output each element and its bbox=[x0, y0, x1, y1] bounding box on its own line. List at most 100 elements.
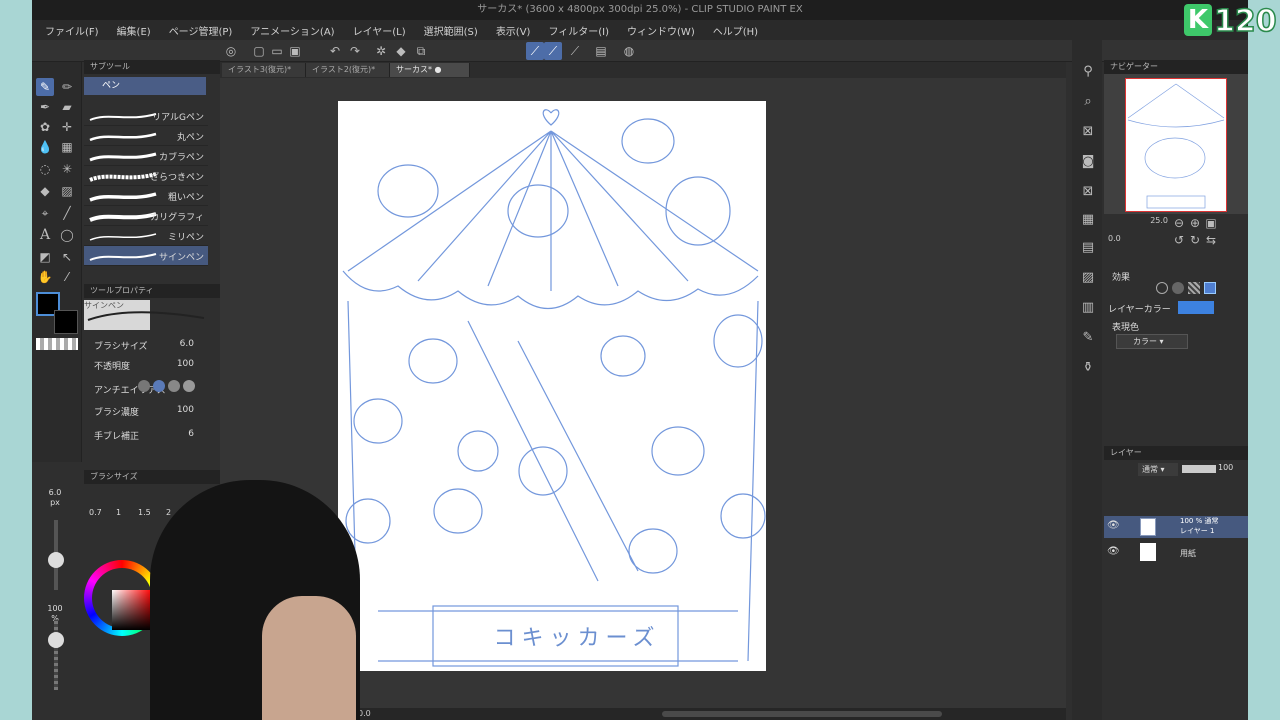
document-tab[interactable]: イラスト2(復元)* ● bbox=[306, 63, 390, 88]
brush-item[interactable]: ミリペン bbox=[84, 226, 208, 246]
menu-view[interactable]: 表示(V) bbox=[487, 23, 540, 38]
close-panel-icon[interactable]: ⊠ bbox=[1077, 180, 1099, 202]
blend-mode-select[interactable]: 通常 ▾ bbox=[1138, 463, 1178, 476]
wand-tool-icon[interactable]: ✳ bbox=[58, 160, 76, 178]
camera-icon[interactable]: ◙ bbox=[1077, 150, 1099, 172]
prop-brush-density[interactable]: ブラシ濃度 100 bbox=[84, 402, 210, 422]
device-settings-icon[interactable]: ▤ bbox=[592, 42, 610, 60]
clear-icon[interactable]: ✲ bbox=[372, 42, 390, 60]
navigator-angle[interactable]: 0.0 bbox=[1108, 234, 1136, 243]
antialias-mid-icon[interactable] bbox=[168, 380, 180, 392]
antialias-options[interactable] bbox=[138, 380, 204, 396]
lasso-tool-icon[interactable]: ◌ bbox=[36, 160, 54, 178]
menu-help[interactable]: ヘルプ(H) bbox=[704, 23, 767, 38]
brush-size-preset[interactable]: 1 bbox=[116, 508, 121, 517]
new-file-icon[interactable]: ▢ bbox=[250, 42, 268, 60]
layer-color-effect-icon[interactable] bbox=[1204, 282, 1216, 294]
brush-item[interactable]: カリグラフィ bbox=[84, 206, 208, 226]
flip-icon[interactable]: ⇆ bbox=[1202, 231, 1220, 249]
brush-size-preset[interactable]: 1.5 bbox=[138, 508, 151, 517]
grid-panel-icon[interactable]: ▦ bbox=[1077, 208, 1099, 230]
menu-edit[interactable]: 編集(E) bbox=[108, 23, 160, 38]
redo-icon[interactable]: ↷ bbox=[346, 42, 364, 60]
material-icon[interactable]: ⚲ bbox=[1077, 60, 1099, 82]
frame-tool-icon[interactable]: ◩ bbox=[36, 248, 54, 266]
open-file-icon[interactable]: ▭ bbox=[268, 42, 286, 60]
menu-window[interactable]: ウィンドウ(W) bbox=[618, 23, 704, 38]
fill-icon[interactable]: ◆ bbox=[392, 42, 410, 60]
expression-color-select[interactable]: カラー ▾ bbox=[1116, 334, 1188, 349]
snap-special-ruler-icon[interactable]: ⟋ bbox=[544, 42, 562, 60]
border-effect-icon[interactable] bbox=[1156, 282, 1168, 294]
menu-page[interactable]: ページ管理(P) bbox=[160, 23, 242, 38]
hand-tool-icon[interactable]: ✋ bbox=[36, 268, 54, 286]
grid-tool-icon[interactable]: ▦ bbox=[58, 138, 76, 156]
text-tool-icon[interactable]: A bbox=[36, 226, 54, 244]
menu-file[interactable]: ファイル(F) bbox=[36, 23, 108, 38]
close-panel-icon[interactable]: ⊠ bbox=[1077, 120, 1099, 142]
pencil-tool-icon[interactable]: ✏ bbox=[58, 78, 76, 96]
blend-tool-icon[interactable]: 💧 bbox=[36, 138, 54, 156]
effect-buttons[interactable] bbox=[1156, 282, 1228, 296]
document-tab[interactable]: イラスト3(復元)* ● bbox=[222, 63, 306, 88]
balloon-tool-icon[interactable]: ◯ bbox=[58, 226, 76, 244]
brush-item[interactable]: ざらつきペン bbox=[84, 166, 208, 186]
layer-row-selected[interactable] bbox=[1104, 516, 1248, 538]
color-square[interactable] bbox=[112, 590, 152, 630]
save-icon[interactable]: ▣ bbox=[286, 42, 304, 60]
opacity-slider-handle[interactable] bbox=[48, 632, 64, 648]
search-icon[interactable]: ⌕ bbox=[1077, 90, 1099, 112]
pen-tool-icon[interactable]: ✎ bbox=[36, 78, 54, 96]
decoration-tool-icon[interactable]: ✿ bbox=[36, 118, 54, 136]
transform-icon[interactable]: ⧉ bbox=[412, 42, 430, 60]
subtool-group-tab[interactable]: ペン bbox=[84, 77, 206, 95]
select-tool-icon[interactable]: ⌖ bbox=[36, 204, 54, 222]
layer-opacity-value[interactable]: 100 bbox=[1218, 463, 1233, 472]
size-slider-handle[interactable] bbox=[48, 552, 64, 568]
horizontal-scrollbar[interactable] bbox=[662, 711, 942, 717]
move-tool-icon[interactable]: ✛ bbox=[58, 118, 76, 136]
document-tab-active[interactable]: サーカス* ● bbox=[390, 63, 470, 77]
layer-opacity-slider[interactable] bbox=[1182, 465, 1216, 473]
antialias-weak-icon[interactable] bbox=[153, 380, 165, 392]
image-icon[interactable]: ▨ bbox=[1077, 266, 1099, 288]
brush-item[interactable]: カブラペン bbox=[84, 146, 208, 166]
brush-size-preset[interactable]: 2 bbox=[166, 508, 171, 517]
eyedropper-tool-icon[interactable]: ⁄ bbox=[58, 268, 76, 286]
prop-opacity[interactable]: 不透明度 100 bbox=[84, 356, 210, 376]
gradient-tool-icon[interactable]: ▨ bbox=[58, 182, 76, 200]
undo-icon[interactable]: ↶ bbox=[326, 42, 344, 60]
menu-selection[interactable]: 選択範囲(S) bbox=[415, 23, 487, 38]
opacity-slider[interactable] bbox=[54, 620, 58, 690]
fill-tool-icon[interactable]: ◆ bbox=[36, 182, 54, 200]
snap-ruler-icon[interactable]: ⟋ bbox=[526, 42, 544, 60]
sub-color-swatch[interactable] bbox=[54, 310, 78, 334]
menu-animation[interactable]: アニメーション(A) bbox=[241, 23, 343, 38]
brush-item-selected[interactable]: サインペン bbox=[84, 246, 208, 266]
eraser-tool-icon[interactable]: ▰ bbox=[58, 98, 76, 116]
brush-size-preset[interactable]: 0.7 bbox=[89, 508, 102, 517]
eye-icon[interactable]: 👁 bbox=[1107, 520, 1120, 531]
layer-name[interactable]: 用紙 bbox=[1180, 548, 1196, 559]
figure-icon[interactable]: ⚱ bbox=[1077, 356, 1099, 378]
app-logo-icon[interactable]: ◎ bbox=[222, 42, 240, 60]
eye-icon[interactable]: 👁 bbox=[1107, 546, 1120, 557]
brush-item[interactable]: 粗いペン bbox=[84, 186, 208, 206]
ruler-tool-icon[interactable]: ↖ bbox=[58, 248, 76, 266]
line-tool-icon[interactable]: ╱ bbox=[58, 204, 76, 222]
tone-effect-icon[interactable] bbox=[1172, 282, 1184, 294]
menu-layer[interactable]: レイヤー(L) bbox=[344, 23, 415, 38]
screentone-effect-icon[interactable] bbox=[1188, 282, 1200, 294]
navigator-zoom[interactable]: 25.0 bbox=[1108, 216, 1168, 225]
snap-grid-icon[interactable]: ⟋ bbox=[566, 42, 584, 60]
edit-icon[interactable]: ✎ bbox=[1077, 326, 1099, 348]
brush-item[interactable]: リアルGペン bbox=[84, 106, 208, 126]
brush-item[interactable]: 丸ペン bbox=[84, 126, 208, 146]
antialias-none-icon[interactable] bbox=[138, 380, 150, 392]
document-icon[interactable]: ▤ bbox=[1077, 236, 1099, 258]
file-icon[interactable]: ▥ bbox=[1077, 296, 1099, 318]
prop-brush-size[interactable]: ブラシサイズ 6.0 bbox=[84, 336, 210, 356]
companion-icon[interactable]: ◍ bbox=[620, 42, 638, 60]
fit-icon[interactable]: ▣ bbox=[1202, 214, 1220, 232]
brush-tool-icon[interactable]: ✒ bbox=[36, 98, 54, 116]
